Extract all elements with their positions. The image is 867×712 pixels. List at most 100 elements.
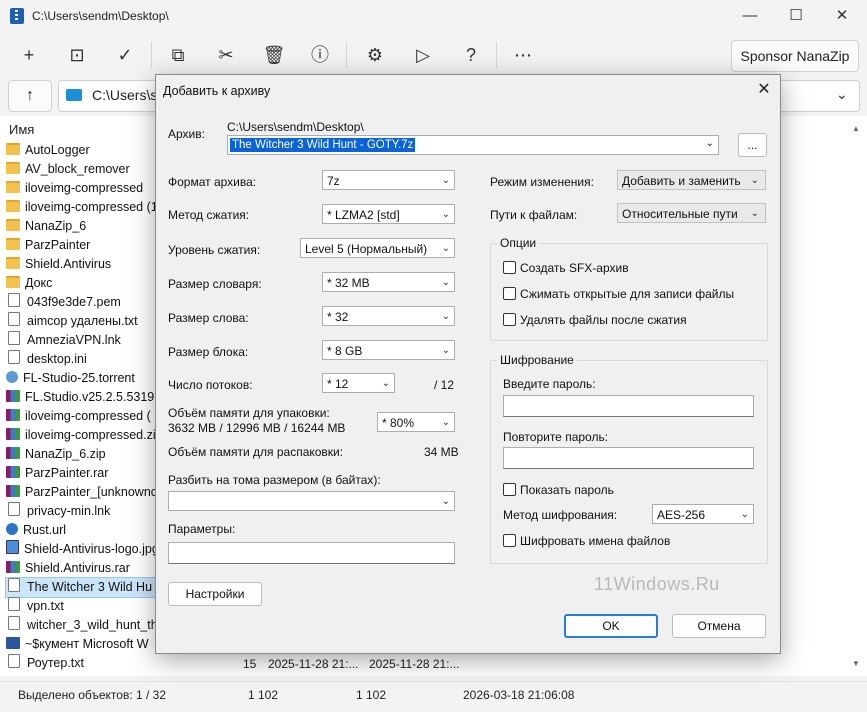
settings-icon[interactable]: ⚙ xyxy=(355,40,395,70)
list-item[interactable]: Shield.Antivirus.rar xyxy=(6,559,162,578)
close-icon[interactable]: ✕ xyxy=(750,78,778,102)
watermark-text: 11Windows.Ru xyxy=(594,574,720,594)
list-item[interactable]: Shield.Antivirus xyxy=(6,255,162,274)
rar-icon xyxy=(6,428,20,440)
list-item[interactable]: iloveimg-compressed xyxy=(6,179,162,198)
list-item[interactable]: FL.Studio.v25.2.5.5319.K xyxy=(6,388,162,407)
close-window-button[interactable]: ✕ xyxy=(819,0,865,32)
word-select[interactable]: * 32 ⌄ xyxy=(322,306,455,326)
cancel-button[interactable]: Отмена xyxy=(672,614,766,638)
file-name: iloveimg-compressed.zip xyxy=(25,428,162,442)
folder-icon xyxy=(6,276,20,288)
sfx-checkbox[interactable]: Создать SFX-архив xyxy=(503,261,629,275)
torrent-icon xyxy=(6,371,18,383)
settings-button[interactable]: Настройки xyxy=(168,582,262,606)
method-select[interactable]: * LZMA2 [std] ⌄ xyxy=(322,204,455,224)
chevron-down-icon: ⌄ xyxy=(740,509,749,520)
list-item[interactable]: ParzPainter_[unknownc xyxy=(6,483,162,502)
list-item[interactable]: desktop.ini xyxy=(6,350,162,369)
row-created: 2025-11-28 21:... xyxy=(369,657,460,671)
folder-icon xyxy=(6,181,20,193)
more-icon[interactable]: ⋯ xyxy=(503,40,543,70)
paths-select[interactable]: Относительные пути ⌄ xyxy=(617,203,766,223)
password-repeat-label: Повторите пароль: xyxy=(503,430,609,444)
dict-select[interactable]: * 32 MB ⌄ xyxy=(322,272,455,292)
password-input[interactable] xyxy=(503,395,754,417)
help-icon[interactable]: ? xyxy=(451,40,491,70)
threads-select[interactable]: * 12 ⌄ xyxy=(322,373,395,393)
enc-method-select[interactable]: AES-256 ⌄ xyxy=(652,504,754,524)
file-name: aimcop удалены.txt xyxy=(27,314,138,328)
split-select[interactable]: ⌄ xyxy=(168,491,455,511)
chevron-down-icon: ⌄ xyxy=(750,208,759,219)
mem-pack-value: 3632 MB / 12996 MB / 16244 MB xyxy=(168,421,346,435)
list-item[interactable]: iloveimg-compressed.zip xyxy=(6,426,162,445)
params-label: Параметры: xyxy=(168,522,236,536)
extract-icon[interactable]: ⊡ xyxy=(57,40,97,70)
ok-button[interactable]: OK xyxy=(564,614,658,638)
shared-files-checkbox[interactable]: Сжимать открытые для записи файлы xyxy=(503,287,734,301)
file-name: Rust.url xyxy=(23,523,67,537)
copy-icon[interactable]: ⧉ xyxy=(158,40,198,70)
chevron-down-icon[interactable]: ⌄ xyxy=(706,138,714,149)
file-name: witcher_3_wild_hunt_th xyxy=(27,618,158,632)
column-header-name[interactable]: Имя xyxy=(9,122,34,137)
list-item[interactable]: ~$кумент Microsoft W xyxy=(6,635,162,654)
chevron-down-icon[interactable]: ⌄ xyxy=(836,86,848,103)
level-label: Уровень сжатия: xyxy=(168,243,261,257)
list-item[interactable]: iloveimg-compressed (1) xyxy=(6,198,162,217)
list-item[interactable]: AutoLogger xyxy=(6,141,162,160)
archive-name-input[interactable]: The Witcher 3 Wild Hunt - GOTY.7z ⌄ xyxy=(227,135,719,155)
file-name: iloveimg-compressed (1) xyxy=(25,200,162,214)
nanazip-app-icon xyxy=(10,8,24,24)
show-password-label: Показать пароль xyxy=(520,483,614,497)
password-repeat-input[interactable] xyxy=(503,447,754,469)
level-select[interactable]: Level 5 (Нормальный) ⌄ xyxy=(300,238,455,258)
update-mode-select[interactable]: Добавить и заменить ⌄ xyxy=(617,170,766,190)
delete-icon[interactable]: 🗑 xyxy=(254,40,294,70)
move-icon[interactable]: ✂ xyxy=(206,40,246,70)
list-item[interactable]: AV_block_remover xyxy=(6,160,162,179)
list-item[interactable]: Rust.url xyxy=(6,521,162,540)
list-item[interactable]: iloveimg-compressed ( xyxy=(6,407,162,426)
block-select[interactable]: * 8 GB ⌄ xyxy=(322,340,455,360)
list-item[interactable]: ParzPainter.rar xyxy=(6,464,162,483)
up-folder-button[interactable]: ↑ xyxy=(8,80,52,112)
list-item[interactable]: NanaZip_6.zip xyxy=(6,445,162,464)
format-select[interactable]: 7z ⌄ xyxy=(322,170,455,190)
minimize-button[interactable]: — xyxy=(727,0,773,32)
encrypt-names-checkbox[interactable]: Шифровать имена файлов xyxy=(503,534,670,548)
sponsor-button[interactable]: Sponsor NanaZip xyxy=(731,40,859,72)
params-input[interactable] xyxy=(168,542,455,564)
list-item[interactable]: privacy-min.lnk xyxy=(6,502,162,521)
list-item[interactable]: Shield-Antivirus-logo.jpg xyxy=(6,540,162,559)
window-title: C:\Users\sendm\Desktop\ xyxy=(32,9,169,23)
maximize-button[interactable]: ☐ xyxy=(773,0,819,32)
add-icon[interactable]: + xyxy=(9,40,49,70)
list-item[interactable]: witcher_3_wild_hunt_th xyxy=(6,616,162,635)
format-label: Формат архива: xyxy=(168,175,257,189)
list-item[interactable]: ParzPainter xyxy=(6,236,162,255)
list-item[interactable]: 043f9e3de7.pem xyxy=(6,293,162,312)
list-item[interactable]: The Witcher 3 Wild Hu xyxy=(5,577,163,598)
file-name: The Witcher 3 Wild Hu xyxy=(27,580,153,594)
vertical-scrollbar[interactable]: ▲ ▼ xyxy=(849,118,863,674)
test-icon[interactable]: ✓ xyxy=(105,40,145,70)
delete-after-checkbox[interactable]: Удалять файлы после сжатия xyxy=(503,313,687,327)
list-item[interactable]: aimcop удалены.txt xyxy=(6,312,162,331)
status-date: 2026-03-18 21:06:08 xyxy=(463,688,575,702)
list-item[interactable]: FL-Studio-25.torrent xyxy=(6,369,162,388)
list-item[interactable]: Роутер.txt xyxy=(6,654,162,673)
file-name: ParzPainter_[unknownc xyxy=(25,485,158,499)
show-password-checkbox[interactable]: Показать пароль xyxy=(503,483,614,497)
list-item[interactable]: Докс xyxy=(6,274,162,293)
doc-icon xyxy=(8,654,20,668)
list-item[interactable]: NanaZip_6 xyxy=(6,217,162,236)
list-item[interactable]: vpn.txt xyxy=(6,597,162,616)
info-icon[interactable]: ⓘ xyxy=(300,40,340,70)
list-item[interactable]: AmneziaVPN.lnk xyxy=(6,331,162,350)
run-icon[interactable]: ▷ xyxy=(403,40,443,70)
browse-button[interactable]: ... xyxy=(738,133,767,157)
mem-pack-select[interactable]: * 80% ⌄ xyxy=(377,412,455,432)
toolbar-separator xyxy=(496,42,497,68)
